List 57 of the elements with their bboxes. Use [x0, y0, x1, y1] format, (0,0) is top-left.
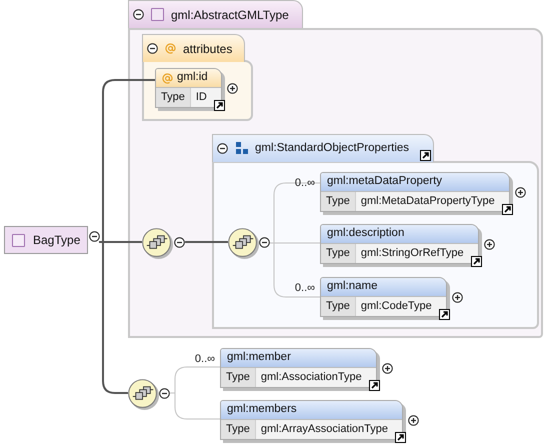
element-node[interactable]: gml:description Type gml:StringOrRefType [320, 224, 479, 264]
connector-line [170, 366, 220, 420]
sequence-icon [142, 228, 174, 260]
group-name: gml:StandardObjectProperties [255, 140, 410, 156]
collapse-button[interactable] [259, 237, 270, 248]
type-value: gml:CodeType [356, 297, 446, 316]
collapse-button[interactable] [147, 43, 158, 54]
root-type-node[interactable]: BagType [4, 226, 88, 254]
jump-arrow-icon[interactable] [438, 309, 450, 320]
jump-arrow-icon[interactable] [502, 204, 513, 215]
element-node[interactable]: gml:member Type gml:AssociationType [220, 348, 377, 388]
attribute-icon [162, 72, 173, 84]
type-label: Type [321, 297, 356, 316]
jump-arrow-icon[interactable] [420, 150, 431, 161]
group-icon [235, 142, 248, 155]
cardinality: 0..∞ [194, 352, 215, 367]
element-node[interactable]: gml:metaDataProperty Type gml:MetaDataPropertyType [320, 172, 510, 212]
attribute-node[interactable]: gml:id Type ID [155, 68, 222, 108]
jump-arrow-icon[interactable] [214, 100, 225, 111]
collapse-button[interactable] [217, 143, 228, 154]
jump-arrow-icon[interactable] [470, 256, 482, 267]
type-name: BagType [33, 232, 80, 249]
element-name: gml:name [327, 279, 378, 294]
element-node[interactable]: gml:members Type gml:ArrayAssociationType [220, 400, 404, 440]
collapse-button[interactable] [133, 9, 144, 20]
sequence-icon [228, 228, 260, 260]
type-label: Type [221, 368, 256, 387]
jump-arrow-icon[interactable] [395, 432, 406, 443]
type-value: gml:AssociationType [256, 368, 376, 387]
element-name: gml:description [327, 226, 404, 242]
sequence-icon [128, 379, 160, 411]
element-name: gml:metaDataProperty [327, 174, 442, 190]
collapse-button[interactable] [174, 237, 185, 248]
connector-line [185, 241, 228, 243]
type-label: Type [321, 192, 356, 211]
cardinality: 0..∞ [294, 281, 315, 296]
group-label: attributes [183, 40, 232, 58]
jump-arrow-icon[interactable] [368, 380, 380, 391]
type-label: Type [156, 88, 191, 107]
type-square-icon [12, 234, 25, 246]
element-name: gml:members [227, 402, 297, 418]
type-value: gml:ArrayAssociationType [256, 420, 402, 439]
type-value: gml:StringOrRefType [356, 244, 478, 263]
element-node[interactable]: gml:name Type gml:CodeType [320, 277, 447, 317]
attribute-icon [165, 43, 176, 54]
type-label: Type [321, 244, 356, 263]
type-value: gml:MetaDataPropertyType [356, 192, 509, 211]
type-square-icon [151, 8, 164, 21]
type-label: Type [221, 420, 256, 439]
element-name: gml:member [227, 350, 291, 366]
expand-button[interactable] [382, 362, 393, 374]
collapse-button[interactable] [159, 388, 170, 399]
element-name: gml:id [177, 70, 208, 86]
expand-button[interactable] [408, 414, 420, 426]
type-name: gml:AbstractGMLType [171, 6, 289, 24]
collapse-button[interactable] [89, 231, 100, 242]
cardinality: 0..∞ [294, 176, 315, 191]
